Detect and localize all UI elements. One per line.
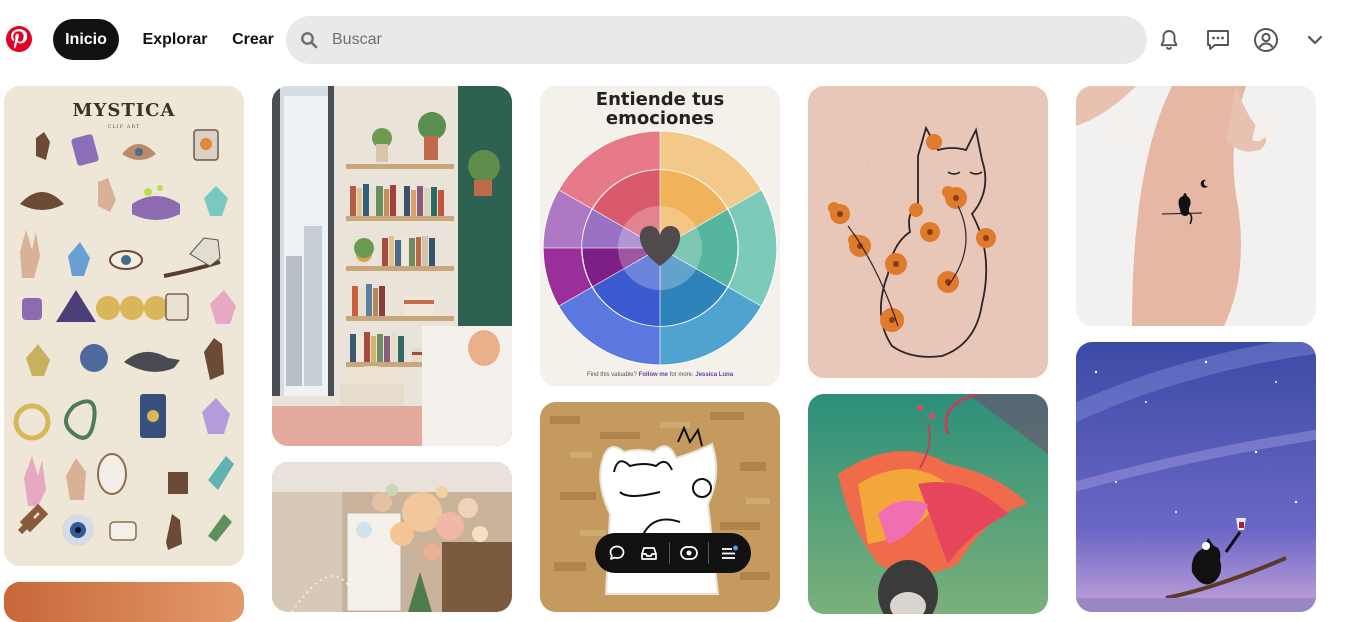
search-icon xyxy=(301,32,318,49)
emotion-wheel-footer: Find this valuable? Follow me for more. … xyxy=(586,372,734,378)
flower-girl-image xyxy=(808,394,1048,614)
messages-icon[interactable] xyxy=(1202,24,1234,56)
nav-home-button[interactable]: Inicio xyxy=(53,19,119,60)
save-board-icon[interactable] xyxy=(636,540,662,566)
top-header: Inicio Explorar Crear xyxy=(0,0,1345,80)
toolbar-divider xyxy=(668,542,670,564)
emotion-wheel-title: Entiende tus emociones xyxy=(595,89,725,129)
chevron-down-icon[interactable] xyxy=(1299,24,1331,56)
pin-emotion-wheel[interactable]: Entiende tus emociones Find this valuabl… xyxy=(540,86,780,386)
profile-icon[interactable] xyxy=(1250,24,1282,56)
pin-flower-girl-painting[interactable] xyxy=(808,394,1048,614)
pin-orange-partial[interactable] xyxy=(4,582,244,622)
emotion-wheel-graphic xyxy=(540,86,780,386)
pin-image xyxy=(4,582,244,622)
pinterest-logo-icon[interactable] xyxy=(6,26,32,52)
mystica-illustration xyxy=(4,86,244,566)
visual-search-icon[interactable] xyxy=(676,540,702,566)
witch-cat-image xyxy=(1076,342,1316,612)
mystica-subtitle: CLIP ART xyxy=(107,124,141,130)
wrist-tattoo-image xyxy=(1076,86,1316,326)
comment-icon[interactable] xyxy=(604,540,630,566)
search-input[interactable] xyxy=(330,30,1114,50)
pin-lanterns-room[interactable] xyxy=(272,462,512,612)
nav-create-button[interactable]: Crear xyxy=(224,19,282,60)
pin-cat-wrist-tattoo[interactable] xyxy=(1076,86,1316,326)
nav-explore-button[interactable]: Explorar xyxy=(134,19,216,60)
bell-icon[interactable] xyxy=(1153,24,1185,56)
pin-bookshelf-room[interactable] xyxy=(272,86,512,446)
bookshelf-room-image xyxy=(272,86,512,446)
lanterns-room-image xyxy=(272,462,512,612)
cat-tattoo-image xyxy=(808,86,1048,378)
pin-action-toolbar xyxy=(595,533,751,573)
pin-cat-flower-tattoo[interactable] xyxy=(808,86,1048,378)
menu-icon[interactable] xyxy=(716,540,742,566)
search-bar[interactable] xyxy=(286,16,1147,64)
pin-cat-flower-sticker[interactable] xyxy=(540,402,780,612)
cat-sticker-image xyxy=(540,402,780,612)
mystica-title: MYSTICA xyxy=(72,100,176,121)
toolbar-divider xyxy=(708,542,710,564)
pin-mystica-clipart[interactable]: MYSTICA CLIP ART xyxy=(4,86,244,566)
pin-witch-cat-night[interactable] xyxy=(1076,342,1316,612)
